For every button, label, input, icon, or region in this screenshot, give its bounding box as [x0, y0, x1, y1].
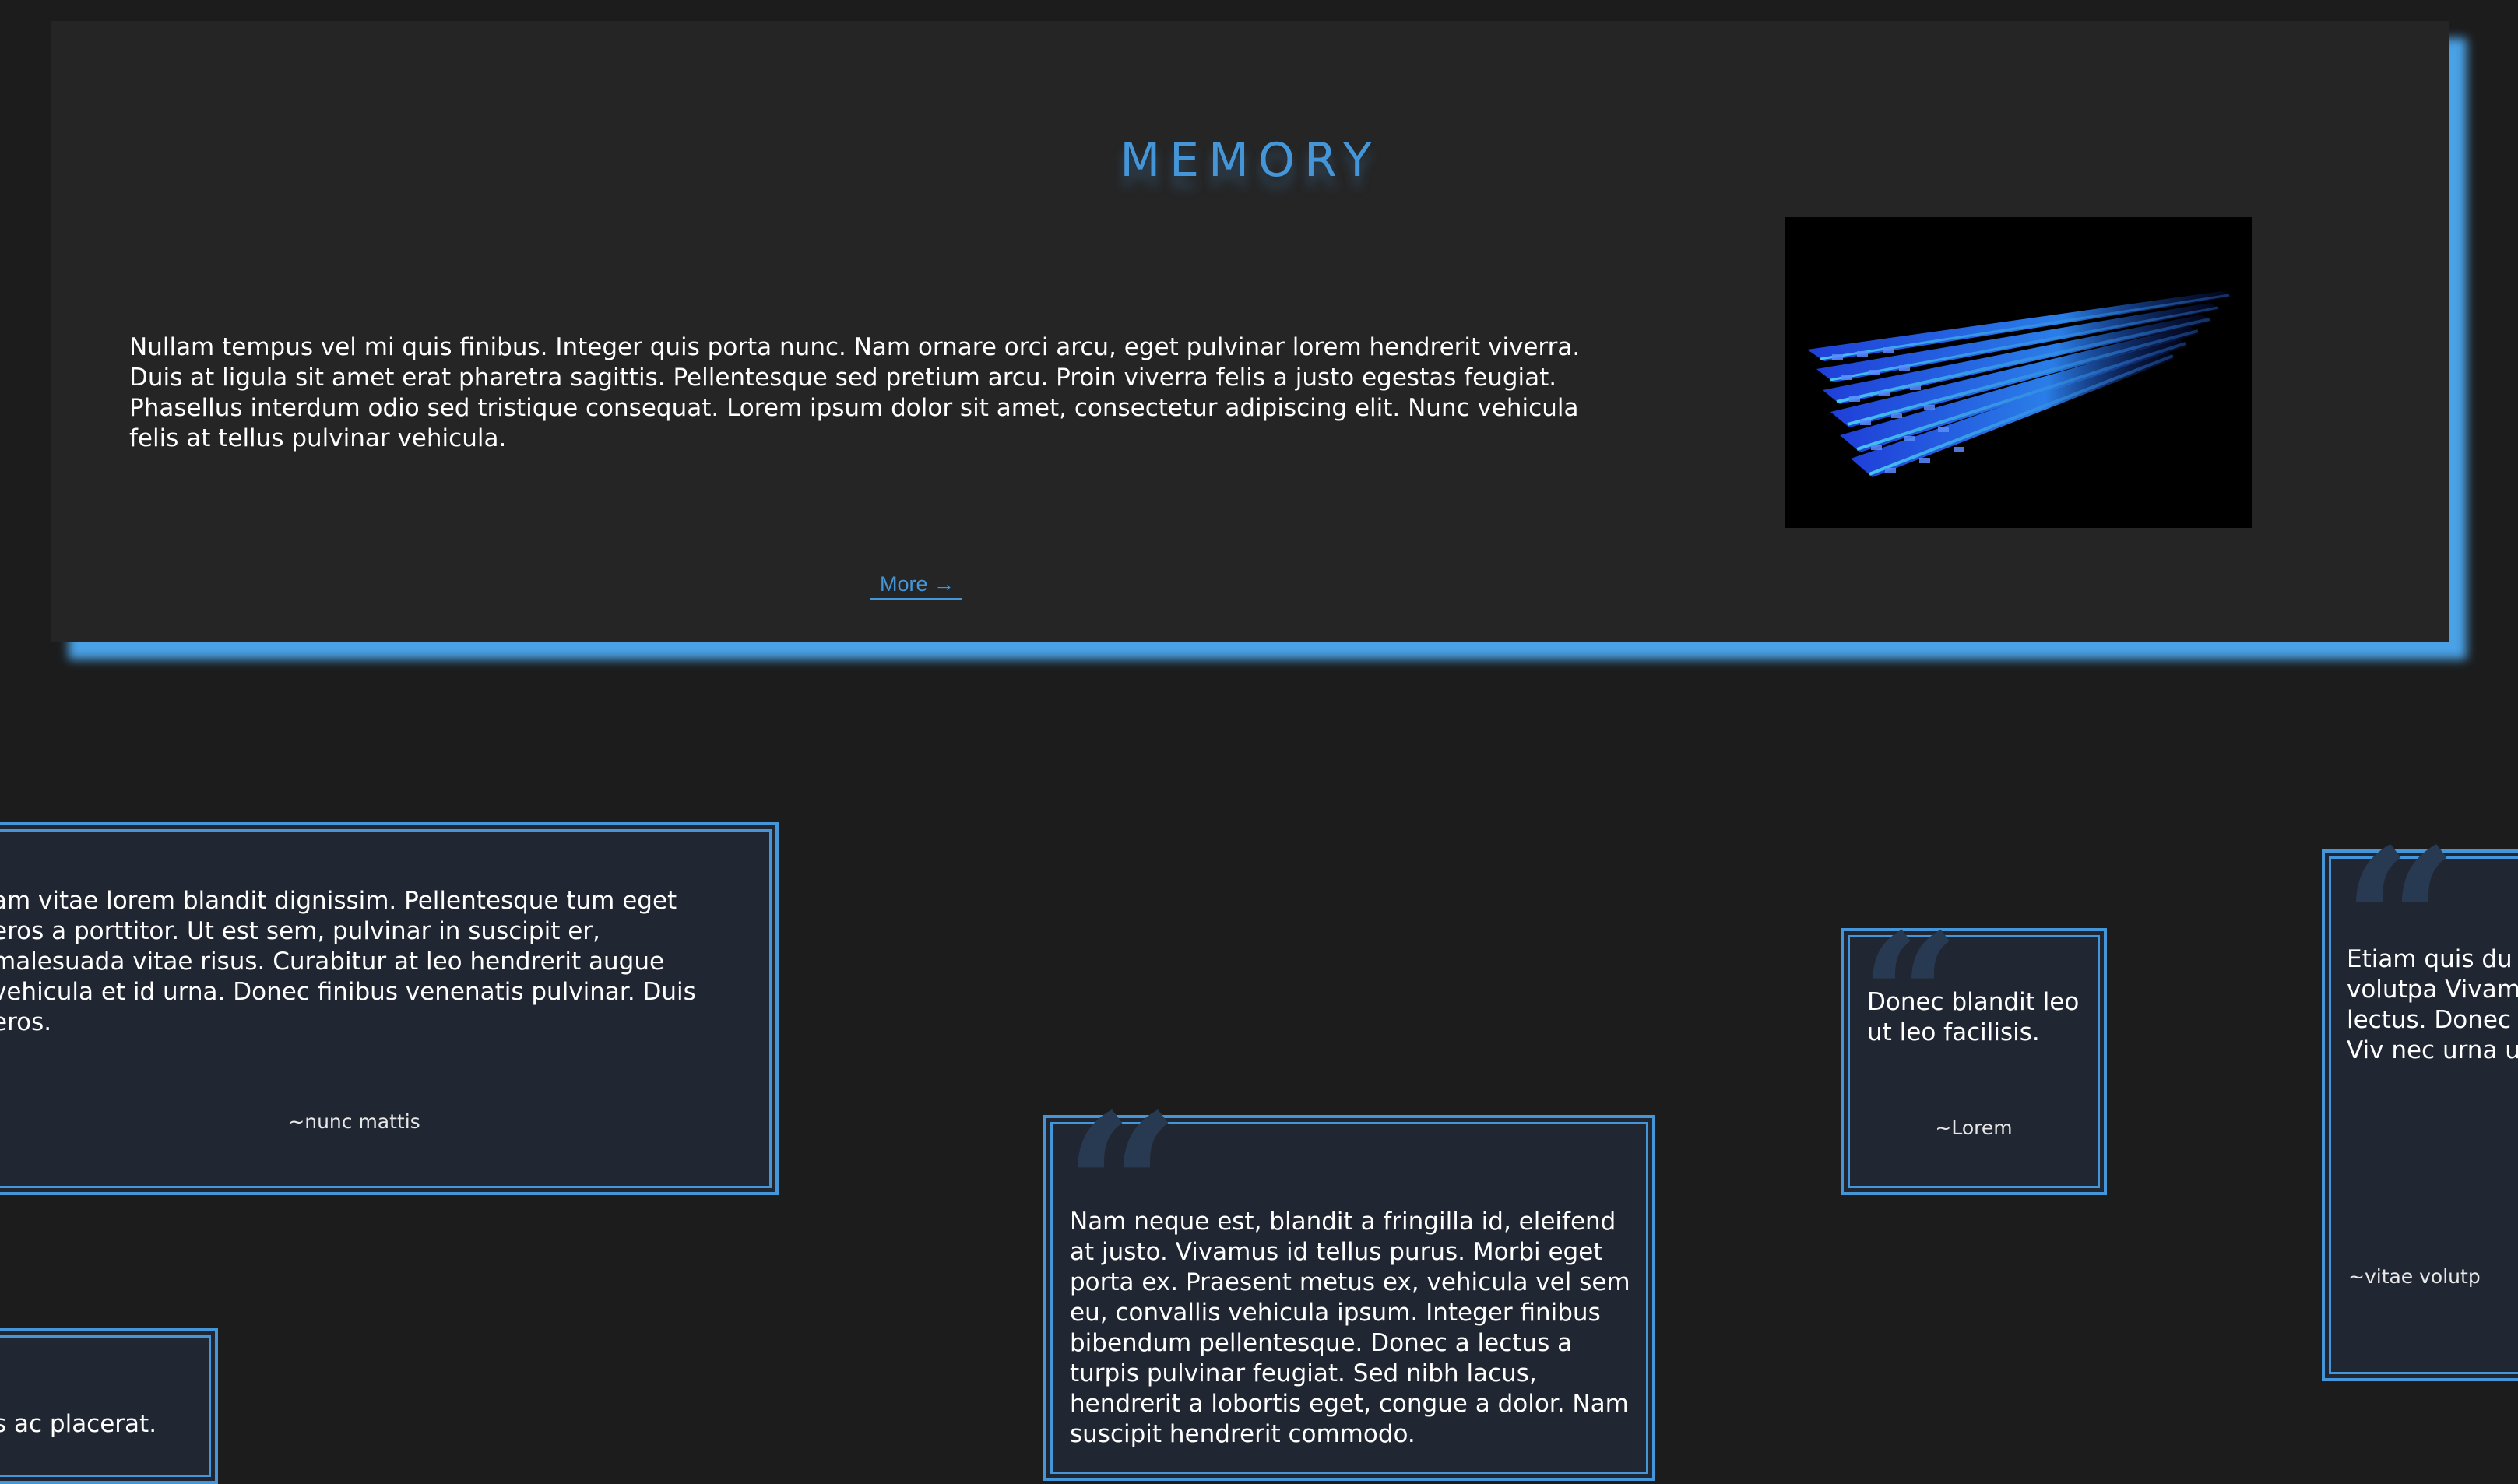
testimonial-card: am vitae lorem blandit dignissim. Pellen…	[0, 822, 779, 1195]
testimonial-text: Donec blandit leo ut leo facilisis.	[1867, 988, 2080, 1046]
more-link[interactable]: More →	[870, 572, 963, 600]
memory-modules-image	[1785, 217, 2252, 528]
testimonial-text: Nam neque est, blandit a fringilla id, e…	[1070, 1208, 1630, 1448]
testimonial-card: “ Donec blandit leo ut leo facilisis. ~L…	[1841, 911, 2107, 1195]
memory-card: MEMORY Nullam tempus vel mi quis finibus…	[51, 21, 2449, 642]
testimonial-text: am vitae lorem blandit dignissim. Pellen…	[0, 887, 696, 1036]
testimonial-author: ~nunc mattis	[288, 1110, 420, 1133]
page-title: MEMORY	[1120, 133, 1381, 188]
testimonial-author: ~Lorem	[1935, 1117, 2013, 1139]
testimonial-text: Etiam quis du iaculis volutpa Vivamus vu…	[2347, 945, 2518, 1064]
testimonial-text: s ac placerat.	[0, 1410, 157, 1438]
testimonial-card: “ Etiam quis du iaculis volutpa Vivamus …	[2322, 823, 2518, 1381]
testimonial-card: “ Nam neque est, blandit a fringilla id,…	[1043, 1088, 1655, 1481]
testimonial-author: ~vitae volutp	[2348, 1265, 2481, 1288]
testimonial-card: s ac placerat.	[0, 1328, 218, 1484]
hero-description: Nullam tempus vel mi quis finibus. Integ…	[129, 333, 1581, 452]
